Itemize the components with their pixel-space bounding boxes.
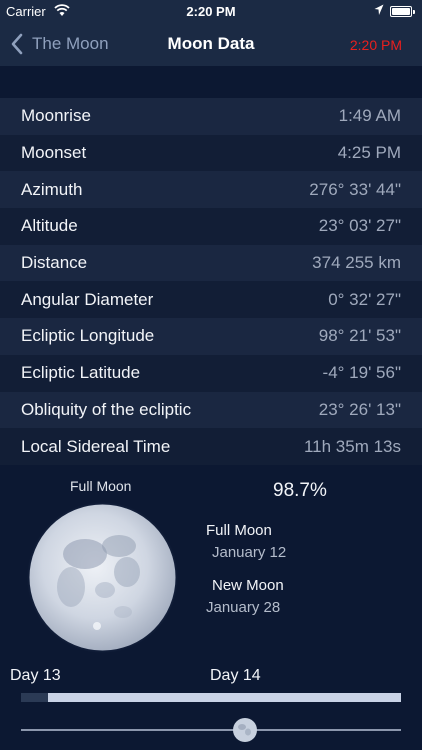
progress-fill bbox=[47, 693, 401, 702]
row-value: 4:25 PM bbox=[337, 143, 401, 163]
status-bar: Carrier 2:20 PM bbox=[0, 0, 422, 24]
row-label: Altitude bbox=[21, 216, 78, 236]
row-value: 1:49 AM bbox=[338, 106, 401, 126]
next-new-moon-date: January 28 bbox=[206, 599, 281, 616]
row-label: Moonset bbox=[21, 143, 87, 163]
time-slider-track[interactable] bbox=[21, 729, 401, 731]
table-row: Ecliptic Longitude 98° 21' 53" bbox=[0, 318, 422, 355]
table-row: Local Sidereal Time 11h 35m 13s bbox=[0, 428, 422, 465]
screen: Carrier 2:20 PM The Moon Moon Data 2:20 … bbox=[0, 0, 422, 750]
day-start-label: Day 13 bbox=[10, 667, 61, 684]
day-end-label: Day 14 bbox=[210, 667, 261, 684]
row-label: Local Sidereal Time bbox=[21, 436, 171, 456]
row-value: 11h 35m 13s bbox=[303, 436, 401, 456]
row-label: Azimuth bbox=[21, 179, 83, 199]
row-value: 98° 21' 53" bbox=[318, 326, 401, 346]
table-row: Distance 374 255 km bbox=[0, 244, 422, 282]
row-label: Ecliptic Longitude bbox=[21, 326, 155, 346]
row-value: 23° 26' 13" bbox=[318, 399, 401, 419]
row-value: 374 255 km bbox=[312, 253, 401, 273]
location-arrow-icon bbox=[374, 4, 384, 15]
illumination-percent: 98.7% bbox=[273, 480, 327, 501]
row-label: Obliquity of the ecliptic bbox=[21, 399, 192, 419]
table-row: Moonset 4:25 PM bbox=[0, 134, 422, 172]
moon-data-table: Moonrise 1:49 AM Moonset 4:25 PM Azimuth 276°… bbox=[0, 98, 422, 465]
next-full-moon-label: Full Moon bbox=[206, 522, 272, 539]
row-value: -4° 19' 56" bbox=[322, 363, 401, 383]
table-row: Altitude 23° 03' 27" bbox=[0, 208, 422, 245]
status-time: 2:20 PM bbox=[186, 4, 236, 19]
lunar-day-progress-bar[interactable] bbox=[21, 693, 401, 702]
next-full-moon-date: January 12 bbox=[212, 544, 287, 561]
table-row: Moonrise 1:49 AM bbox=[0, 98, 422, 135]
row-label: Angular Diameter bbox=[21, 289, 154, 309]
row-label: Moonrise bbox=[21, 106, 91, 126]
row-value: 23° 03' 27" bbox=[318, 216, 401, 236]
moon-image bbox=[27, 502, 178, 653]
current-time-button[interactable]: 2:20 PM bbox=[350, 37, 402, 53]
next-new-moon-label: New Moon bbox=[212, 577, 284, 594]
battery-icon bbox=[390, 6, 415, 17]
navigation-bar: The Moon Moon Data 2:20 PM bbox=[0, 24, 422, 66]
phase-name: Full Moon bbox=[70, 478, 132, 494]
table-row: Obliquity of the ecliptic 23° 26' 13" bbox=[0, 391, 422, 429]
row-label: Ecliptic Latitude bbox=[21, 363, 141, 383]
row-label: Distance bbox=[21, 253, 88, 273]
moon-slider-thumb-icon[interactable] bbox=[232, 717, 258, 743]
row-value: 0° 32' 27" bbox=[328, 289, 401, 309]
table-row: Angular Diameter 0° 32' 27" bbox=[0, 281, 422, 319]
back-button[interactable]: The Moon bbox=[10, 32, 109, 56]
chevron-left-icon bbox=[11, 33, 23, 55]
back-button-label: The Moon bbox=[32, 34, 109, 53]
table-row: Ecliptic Latitude -4° 19' 56" bbox=[0, 354, 422, 392]
row-value: 276° 33' 44" bbox=[309, 179, 401, 199]
table-row: Azimuth 276° 33' 44" bbox=[0, 171, 422, 209]
